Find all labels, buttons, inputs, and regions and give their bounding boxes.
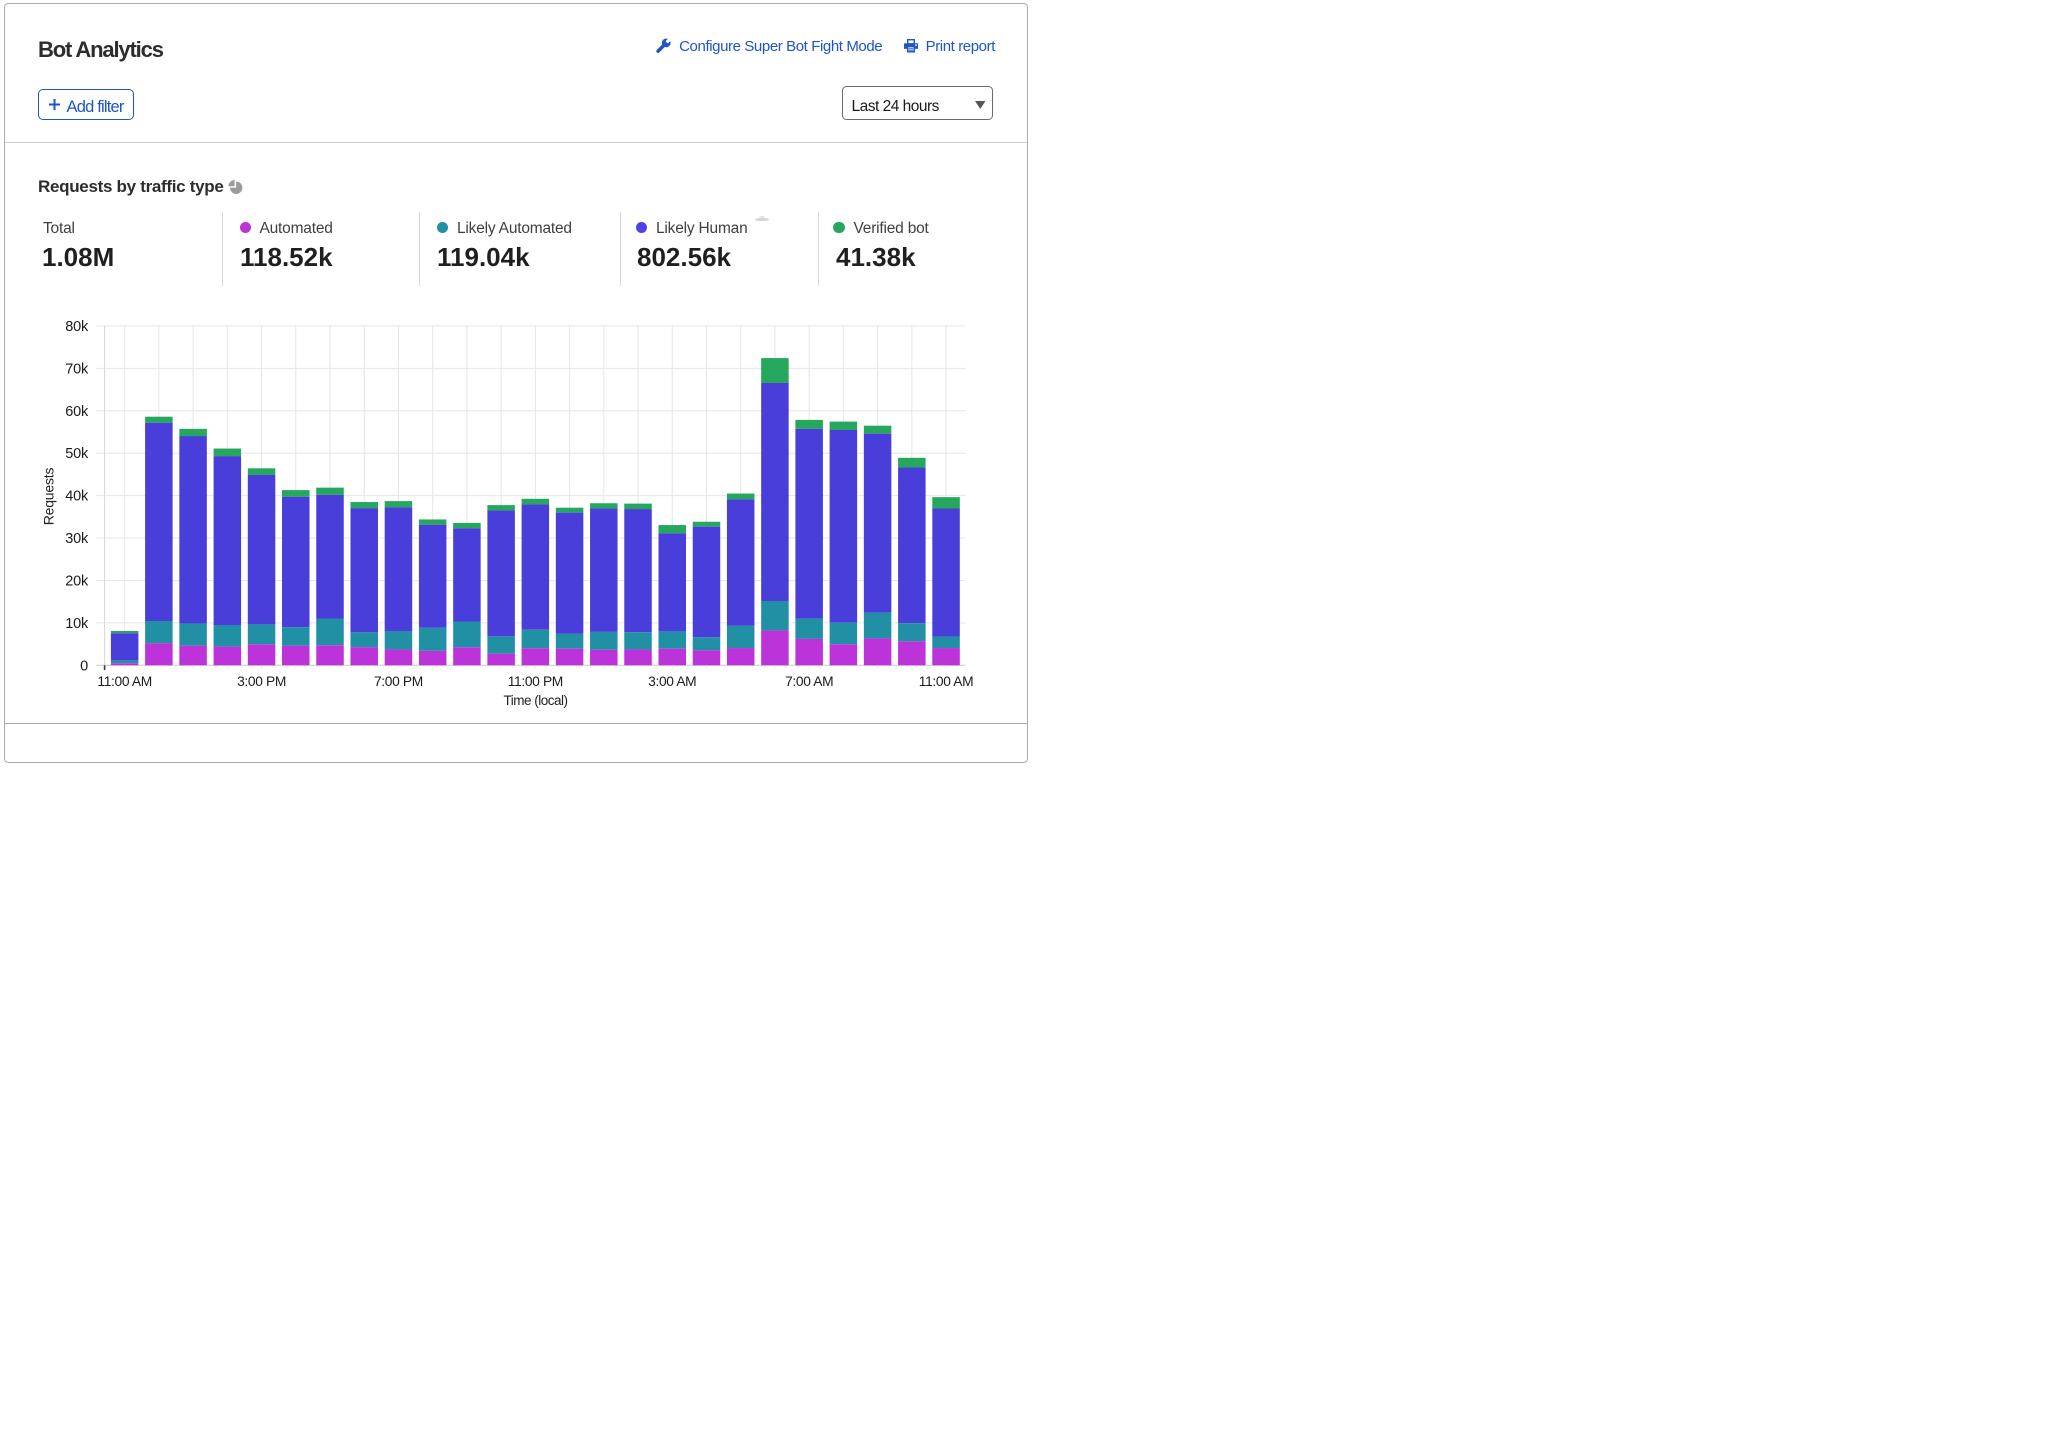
svg-text:3:00 AM: 3:00 AM <box>648 674 696 689</box>
svg-text:11:00 AM: 11:00 AM <box>97 674 151 689</box>
svg-text:80k: 80k <box>65 319 89 335</box>
svg-text:60k: 60k <box>65 404 89 420</box>
svg-text:3:00 PM: 3:00 PM <box>237 674 286 689</box>
svg-text:40k: 40k <box>65 489 89 505</box>
svg-text:7:00 AM: 7:00 AM <box>785 674 833 689</box>
svg-text:7:00 PM: 7:00 PM <box>374 674 423 689</box>
svg-text:10k: 10k <box>65 616 89 632</box>
svg-text:Requests: Requests <box>41 468 57 526</box>
svg-text:30k: 30k <box>65 531 89 547</box>
svg-text:11:00 PM: 11:00 PM <box>508 674 563 689</box>
svg-text:70k: 70k <box>65 361 89 377</box>
svg-text:Time (local): Time (local) <box>503 693 567 708</box>
svg-text:20k: 20k <box>65 574 89 590</box>
svg-text:0: 0 <box>80 658 88 674</box>
svg-text:50k: 50k <box>65 446 89 462</box>
svg-text:11:00 AM: 11:00 AM <box>919 674 973 689</box>
